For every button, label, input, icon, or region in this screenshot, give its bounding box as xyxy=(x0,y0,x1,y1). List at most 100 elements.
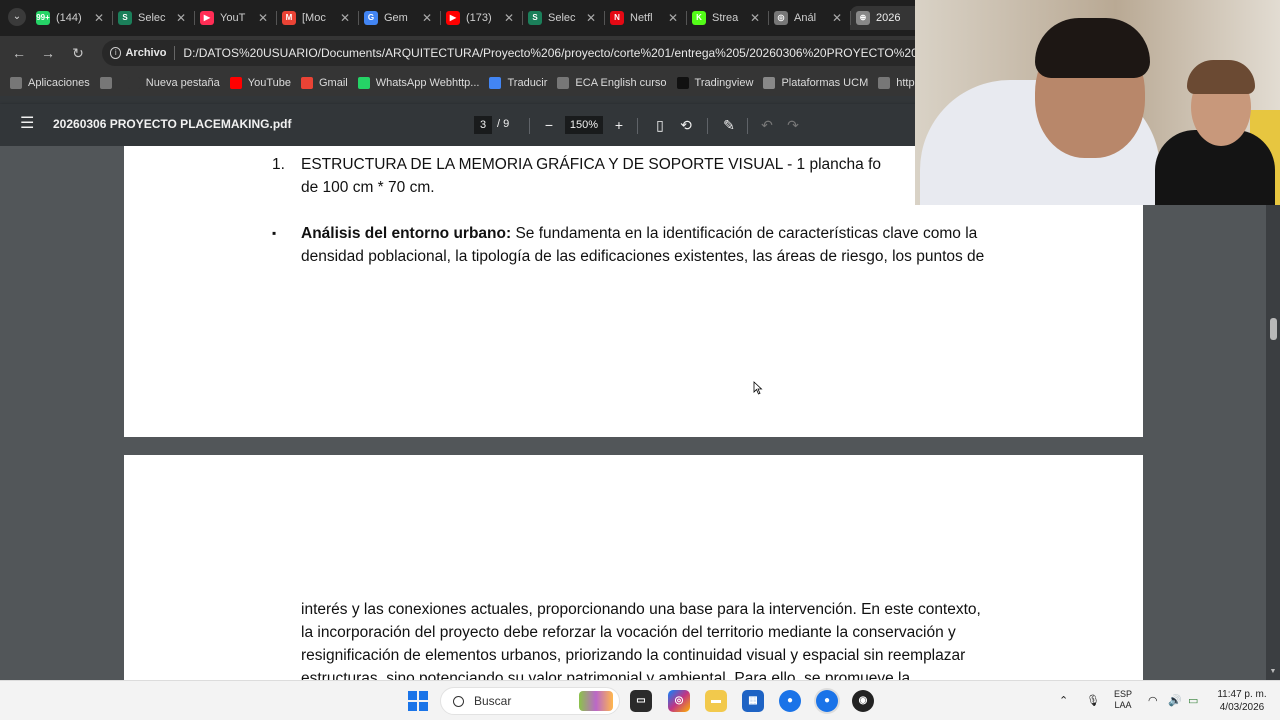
browser-tab[interactable]: 99+ (144) ✕ xyxy=(30,6,112,30)
bookmark-item[interactable]: Tradingview xyxy=(676,77,754,89)
rotate-icon[interactable]: ⟲ xyxy=(676,115,696,135)
bullet-heading: Análisis del entorno urbano: xyxy=(301,225,512,242)
close-tab-icon[interactable]: ✕ xyxy=(832,11,842,25)
zoom-in-icon[interactable]: + xyxy=(609,115,629,135)
tab-title: (144) xyxy=(56,12,82,24)
microsoft-store-icon[interactable]: ▦ xyxy=(742,690,764,712)
close-tab-icon[interactable]: ✕ xyxy=(176,11,186,25)
paragraph-line: estructuras, sino potenciando su valor p… xyxy=(301,670,911,680)
annotate-icon[interactable]: ✎ xyxy=(719,115,739,135)
volume-icon[interactable]: 🔊 xyxy=(1168,694,1182,707)
mouse-cursor-icon xyxy=(753,381,763,395)
bookmark-item[interactable]: ECA English curso xyxy=(557,77,667,89)
tab-title: Anál xyxy=(794,12,817,24)
browser-tab[interactable]: K Strea ✕ xyxy=(686,6,768,30)
task-view-icon[interactable]: ▭ xyxy=(630,690,652,712)
bookmark-label: Plataformas UCM xyxy=(781,77,869,89)
close-tab-icon[interactable]: ✕ xyxy=(750,11,760,25)
close-tab-icon[interactable]: ✕ xyxy=(340,11,350,25)
bookmark-label: Aplicaciones xyxy=(28,77,90,89)
taskbar-search[interactable]: Buscar xyxy=(440,687,620,715)
bullet-text: Se fundamenta en la identificación de ca… xyxy=(511,225,978,242)
file-explorer-icon[interactable]: ▬ xyxy=(705,690,727,712)
close-tab-icon[interactable]: ✕ xyxy=(668,11,678,25)
app-icon[interactable]: ◉ xyxy=(852,690,874,712)
bullet-paragraph: Análisis del entorno urbano: Se fundamen… xyxy=(301,222,977,245)
page-total: / 9 xyxy=(497,118,510,130)
bookmark-item[interactable]: Nueva pestaña xyxy=(127,77,220,89)
tab-favicon-icon: S xyxy=(118,11,132,25)
bookmark-item[interactable]: Gmail xyxy=(301,77,348,89)
tab-favicon-icon: ◎ xyxy=(774,11,788,25)
toolbar-divider xyxy=(707,118,708,134)
section-heading-cont: de 100 cm * 70 cm. xyxy=(301,179,435,196)
tab-favicon-icon: S xyxy=(528,11,542,25)
bookmark-item[interactable]: WhatsApp Webhttp... xyxy=(357,77,479,89)
show-hidden-icons-icon[interactable]: ⌃ xyxy=(1059,694,1068,707)
input-language[interactable]: ESP LAA xyxy=(1112,689,1134,711)
copilot-icon[interactable]: ◎ xyxy=(668,690,690,712)
browser-tab[interactable]: ▶ YouT ✕ xyxy=(194,6,276,30)
toolbar-divider xyxy=(747,118,748,134)
doc-icon xyxy=(763,77,776,89)
reload-icon[interactable]: ↻ xyxy=(69,44,87,62)
pdf-viewer[interactable]: 1. ESTRUCTURA DE LA MEMORIA GRÁFICA Y DE… xyxy=(0,146,1280,680)
language-layout: LAA xyxy=(1114,700,1132,710)
browser-tab[interactable]: G Gem ✕ xyxy=(358,6,440,30)
bookmark-item[interactable] xyxy=(99,77,118,89)
bookmark-item[interactable]: Aplicaciones xyxy=(10,77,90,89)
scrollbar-thumb[interactable] xyxy=(1270,318,1277,340)
youtube-icon xyxy=(229,77,242,89)
fit-page-icon[interactable]: ▯ xyxy=(650,115,670,135)
globe-icon xyxy=(557,77,570,89)
bookmark-label: Tradingview xyxy=(694,77,754,89)
vertical-scrollbar[interactable]: ▲ ▼ xyxy=(1266,146,1280,680)
webcam-figure xyxy=(1187,60,1255,94)
undo-icon[interactable]: ↶ xyxy=(757,115,777,135)
microphone-icon[interactable]: 🎙 xyxy=(1086,694,1100,707)
close-tab-icon[interactable]: ✕ xyxy=(258,11,268,25)
chrome-active-icon[interactable]: ● xyxy=(816,690,838,712)
tab-title: [Moc xyxy=(302,12,326,24)
scheme-chip: Archivo xyxy=(125,47,167,59)
tab-favicon-icon: 99+ xyxy=(36,11,50,25)
page-number-input[interactable]: 3 xyxy=(474,116,492,134)
redo-icon[interactable]: ↷ xyxy=(783,115,803,135)
scroll-down-icon[interactable]: ▼ xyxy=(1269,668,1277,675)
back-icon[interactable]: ← xyxy=(10,44,28,62)
browser-tab[interactable]: ◎ Anál ✕ xyxy=(768,6,850,30)
tab-favicon-icon: G xyxy=(364,11,378,25)
close-tab-icon[interactable]: ✕ xyxy=(586,11,596,25)
browser-tab[interactable]: S Selec ✕ xyxy=(112,6,194,30)
webcam-figure xyxy=(1035,18,1150,78)
browser-tab[interactable]: ▶ (173) ✕ xyxy=(440,6,522,30)
bookmark-item[interactable]: YouTube xyxy=(229,77,291,89)
battery-icon[interactable]: ▭ xyxy=(1188,694,1198,707)
tab-separator xyxy=(604,11,605,25)
browser-tab[interactable]: N Netfl ✕ xyxy=(604,6,686,30)
gmail-icon xyxy=(301,77,313,89)
close-tab-icon[interactable]: ✕ xyxy=(422,11,432,25)
chrome-icon[interactable]: ● xyxy=(779,690,801,712)
zoom-out-icon[interactable]: − xyxy=(539,115,559,135)
section-heading: ESTRUCTURA DE LA MEMORIA GRÁFICA Y DE SO… xyxy=(301,156,882,173)
tab-title: Gem xyxy=(384,12,408,24)
close-tab-icon[interactable]: ✕ xyxy=(94,11,104,25)
address-bar[interactable]: i Archivo D:/DATOS%20USUARIO/Documents/A… xyxy=(102,40,942,66)
close-tab-icon[interactable]: ✕ xyxy=(504,11,514,25)
tab-favicon-icon: N xyxy=(610,11,624,25)
forward-icon[interactable]: → xyxy=(39,44,57,62)
pdf-menu-icon[interactable]: ☰ xyxy=(20,116,34,132)
tab-separator xyxy=(768,11,769,25)
url-text[interactable]: D:/DATOS%20USUARIO/Documents/ARQUITECTUR… xyxy=(183,46,942,60)
bookmark-item[interactable]: Plataformas UCM xyxy=(763,77,868,89)
system-clock[interactable]: 11:47 p. m. 4/03/2026 xyxy=(1212,688,1272,714)
browser-tab[interactable]: S Selec ✕ xyxy=(522,6,604,30)
zoom-input[interactable]: 150% xyxy=(565,116,603,134)
wifi-icon[interactable]: ◠ xyxy=(1148,694,1158,707)
browser-tab[interactable]: M [Moc ✕ xyxy=(276,6,358,30)
site-info-icon[interactable]: i xyxy=(110,47,122,59)
bookmark-item[interactable]: Traducir xyxy=(489,77,547,89)
start-button[interactable] xyxy=(408,691,428,711)
tab-search-icon[interactable]: ⌄ xyxy=(8,8,26,26)
